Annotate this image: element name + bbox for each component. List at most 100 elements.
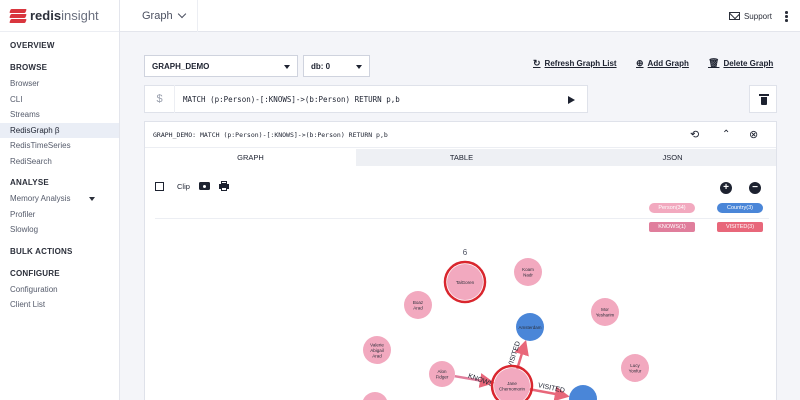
sidebar-section-overview[interactable]: OVERVIEW xyxy=(0,38,119,54)
result-card: GRAPH_DEMO: MATCH (p:Person)-[:KNOWS]->(… xyxy=(144,121,777,400)
node-label: Amsterdam xyxy=(518,325,541,330)
node-label: Arad xyxy=(413,306,423,311)
db-select-value: db: 0 xyxy=(311,61,331,71)
support-link[interactable]: Support xyxy=(728,0,772,32)
plus-circle-icon: ⊕ xyxy=(636,58,644,68)
graph-node[interactable]: BoazArad xyxy=(404,291,432,319)
printer-icon[interactable] xyxy=(218,181,229,191)
node-label: Lucy xyxy=(630,363,640,368)
node-label: Yesharim xyxy=(596,313,615,318)
graph-select-value: GRAPH_DEMO xyxy=(152,61,210,71)
support-label: Support xyxy=(743,11,772,21)
graph-top-label: 6 xyxy=(463,248,468,257)
sidebar-item-redistimeseries[interactable]: RedisTimeSeries xyxy=(0,138,119,154)
node-label: Valerie xyxy=(370,342,384,347)
graph-node[interactable]: TalGoren xyxy=(443,260,487,304)
sidebar-section-bulk-actions[interactable]: BULK ACTIONS xyxy=(0,244,119,260)
graph-node[interactable]: ValerieAbigailArad xyxy=(363,336,391,364)
node-label: Abigail xyxy=(370,348,384,353)
graph-node[interactable]: JaneChernomorin xyxy=(490,364,534,400)
add-graph-link[interactable]: ⊕ Add Graph xyxy=(636,58,689,69)
rerun-icon[interactable]: ⟲ xyxy=(690,129,699,141)
graph-node[interactable]: LucyYonfur xyxy=(621,354,649,382)
zoom-in-icon[interactable]: + xyxy=(720,182,732,194)
sidebar-section-analyse[interactable]: ANALYSE xyxy=(0,175,119,191)
envelope-icon xyxy=(728,12,740,20)
graph-select[interactable]: GRAPH_DEMO xyxy=(144,55,298,77)
sidebar-item-streams[interactable]: Streams xyxy=(0,107,119,123)
caret-down-icon xyxy=(356,65,362,69)
close-icon[interactable]: ⊗ xyxy=(749,129,758,141)
node-label: Nadr xyxy=(523,273,533,278)
more-options-icon[interactable] xyxy=(785,11,788,23)
node-label: Koam xyxy=(522,267,534,272)
play-icon[interactable] xyxy=(568,96,575,104)
graph-node[interactable] xyxy=(362,392,388,400)
graph-node[interactable]: KoamNadr xyxy=(514,258,542,286)
legend-person[interactable]: Person(34) xyxy=(649,203,695,213)
sidebar-nav: OVERVIEW BROWSE Browser CLI Streams RedisGrap… xyxy=(0,32,119,313)
node-label: Arad xyxy=(372,353,382,358)
refresh-graph-list-link[interactable]: ↻ Refresh Graph List xyxy=(533,58,617,69)
sidebar-item-memory-analysis[interactable]: Memory Analysis xyxy=(0,191,119,207)
node-label: Chernomorin xyxy=(499,387,526,392)
node-label: Alon xyxy=(437,369,447,374)
graph-node[interactable]: Amsterdam xyxy=(516,313,544,341)
clip-label: Clip xyxy=(177,181,190,191)
add-graph-label: Add Graph xyxy=(647,59,689,68)
node-label: Yonfur xyxy=(629,369,642,374)
clear-results-button[interactable] xyxy=(749,85,777,113)
query-editor[interactable]: $ MATCH (p:Person)-[:KNOWS]->(b:Person) … xyxy=(144,85,588,113)
sidebar-item-slowlog[interactable]: Slowlog xyxy=(0,222,119,238)
clip-checkbox[interactable] xyxy=(155,181,164,191)
caret-down-icon xyxy=(284,65,290,69)
brand-name: redisinsight xyxy=(30,8,99,23)
graph-node[interactable]: MorYesharim xyxy=(591,298,619,326)
tab-json[interactable]: JSON xyxy=(567,149,776,166)
sidebar: redisinsight OVERVIEW BROWSE Browser CLI Str… xyxy=(0,0,120,400)
result-query-text: GRAPH_DEMO: MATCH (p:Person)-[:KNOWS]->(… xyxy=(153,130,388,139)
query-text[interactable]: MATCH (p:Person)-[:KNOWS]->(b:Person) RE… xyxy=(175,95,400,104)
chevron-up-icon[interactable]: ⌃ xyxy=(722,129,730,141)
refresh-label: Refresh Graph List xyxy=(544,59,617,68)
tab-table[interactable]: TABLE xyxy=(356,149,567,166)
graph-canvas[interactable]: 6KNOWSVISITEDVISITEDTalGorenKoamNadrBoaz… xyxy=(145,222,777,400)
top-bar: Graph Support xyxy=(120,0,800,32)
chevron-down-icon xyxy=(177,9,186,19)
result-header: GRAPH_DEMO: MATCH (p:Person)-[:KNOWS]->(… xyxy=(145,122,776,148)
trash-icon xyxy=(759,94,769,105)
sidebar-item-browser[interactable]: Browser xyxy=(0,76,119,92)
app-logo[interactable]: redisinsight xyxy=(0,0,119,32)
sidebar-section-configure[interactable]: CONFIGURE xyxy=(0,266,119,282)
sidebar-section-browse[interactable]: BROWSE xyxy=(0,60,119,76)
camera-icon[interactable] xyxy=(198,182,210,190)
sidebar-item-redisgraph[interactable]: RedisGraph β xyxy=(0,122,119,138)
prompt-symbol: $ xyxy=(145,85,175,113)
tab-graph[interactable]: GRAPH xyxy=(145,149,356,166)
sidebar-item-configuration[interactable]: Configuration xyxy=(0,282,119,298)
db-select[interactable]: db: 0 xyxy=(303,55,370,77)
toolbar-divider xyxy=(155,218,769,219)
caret-down-icon xyxy=(89,196,95,201)
graph-node[interactable]: AlonFidger xyxy=(429,361,455,387)
module-selector[interactable]: Graph xyxy=(120,0,198,32)
legend-country[interactable]: Country(3) xyxy=(717,203,763,213)
sidebar-item-client-list[interactable]: Client List xyxy=(0,297,119,313)
zoom-out-icon[interactable]: − xyxy=(749,182,761,194)
edge-label: KNOWS xyxy=(467,373,495,389)
sidebar-item-profiler[interactable]: Profiler xyxy=(0,207,119,223)
redis-logo-icon xyxy=(9,8,27,23)
sidebar-item-cli[interactable]: CLI xyxy=(0,92,119,108)
graph-node[interactable] xyxy=(569,385,597,400)
module-label: Graph xyxy=(142,9,173,22)
node-label: Jane xyxy=(507,381,517,386)
delete-graph-link[interactable]: 🗑 Delete Graph xyxy=(708,58,773,69)
trash-icon: 🗑 xyxy=(708,58,720,68)
node-label: Mor xyxy=(601,307,609,312)
refresh-icon: ↻ xyxy=(533,58,541,68)
sidebar-item-redisearch[interactable]: RediSearch xyxy=(0,154,119,170)
node-label: Fidger xyxy=(436,375,449,380)
node-label: TalGoren xyxy=(456,280,475,285)
node-label: Boaz xyxy=(413,300,424,305)
delete-graph-label: Delete Graph xyxy=(723,59,774,68)
